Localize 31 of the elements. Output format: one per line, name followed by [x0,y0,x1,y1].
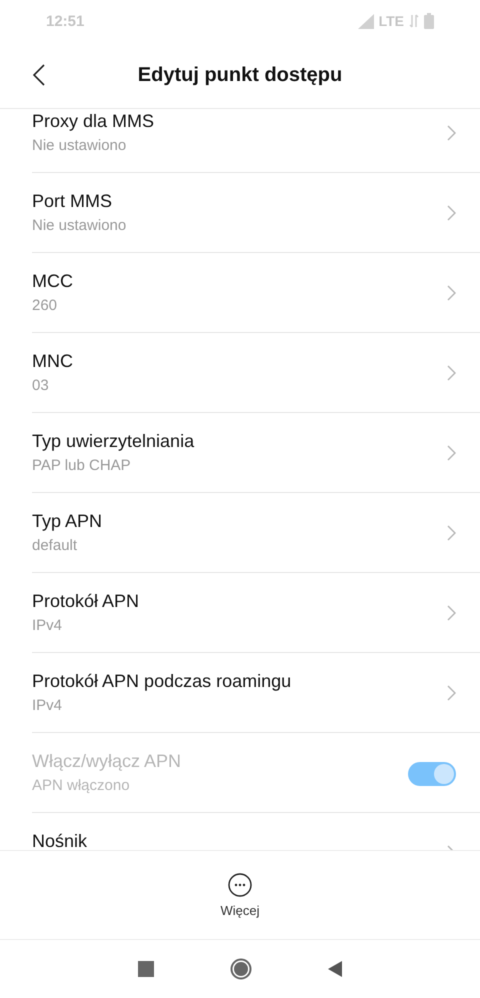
setting-title: Typ uwierzytelniania [32,431,196,452]
setting-value: default [32,537,78,554]
setting-title: Port MMS [32,191,114,212]
settings-row[interactable]: Protokół APN IPv4 [32,573,480,653]
page-title: Edytuj punkt dostępu [138,64,342,86]
setting-title: Włącz/wyłącz APN [32,751,182,772]
setting-value: 03 [32,377,50,394]
settings-row[interactable]: Protokół APN podczas roamingu IPv4 [32,653,480,733]
settings-row[interactable]: Port MMS Nie ustawiono [32,173,480,253]
setting-value: PAP lub CHAP [32,457,132,474]
settings-row[interactable]: MNC 03 [32,333,480,413]
setting-title: Typ APN [32,511,104,532]
more-button[interactable]: Więcej [220,872,260,918]
setting-title: MNC [32,351,74,372]
setting-title: Protokół APN [32,591,140,612]
setting-title: MCC [32,271,74,292]
status-time: 12:51 [46,12,84,30]
setting-value: APN włączono [32,777,131,794]
settings-row[interactable]: Proxy dla MMS Nie ustawiono [32,109,480,173]
setting-value: Nie ustawiono [32,217,128,234]
setting-title: Nośnik [32,831,88,850]
network-type: LTE [378,13,404,29]
setting-value: Nie ustawiono [32,137,128,154]
setting-value: 260 [32,297,58,314]
setting-title: Protokół APN podczas roamingu [32,671,292,692]
setting-value: IPv4 [32,617,64,634]
settings-row[interactable]: MCC 260 [32,253,480,333]
setting-title: Proxy dla MMS [32,111,156,132]
setting-value: IPv4 [32,697,64,714]
settings-row[interactable]: Typ uwierzytelniania PAP lub CHAP [32,413,480,493]
settings-row[interactable]: Typ APN default [32,493,480,573]
